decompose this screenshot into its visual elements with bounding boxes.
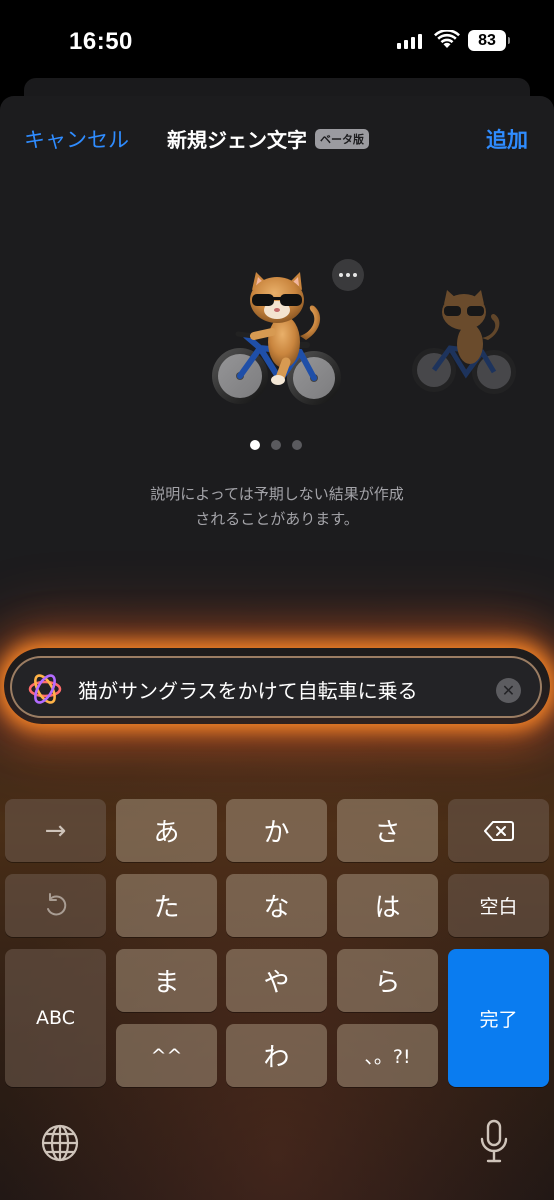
key-label: ら	[374, 968, 401, 998]
key-ta[interactable]: た	[116, 874, 217, 937]
undo-icon	[46, 892, 66, 915]
wifi-icon	[434, 30, 460, 48]
abc-key[interactable]: ABC	[5, 949, 106, 1087]
key-label: や	[263, 968, 290, 998]
genmoji-cat-bicycle-image[interactable]	[210, 270, 346, 412]
globe-icon[interactable]	[40, 1123, 80, 1163]
disclaimer-text: 説明によっては予期しない結果が作成 されることがあります。	[0, 482, 554, 532]
battery-indicator: 83	[468, 30, 510, 51]
cellular-signal-icon	[397, 33, 422, 49]
key-label: さ	[374, 818, 401, 848]
backspace-key[interactable]	[448, 799, 549, 862]
prompt-field[interactable]: 猫がサングラスをかけて自転車に乗る ✕	[10, 656, 542, 718]
key-ra[interactable]: ら	[337, 949, 438, 1012]
key-label: あ	[153, 818, 180, 848]
key-label: ^^	[150, 1044, 183, 1067]
key-label: か	[263, 818, 290, 848]
key-ya[interactable]: や	[226, 949, 327, 1012]
disclaimer-line-1: 説明によっては予期しない結果が作成	[150, 485, 404, 503]
key-punctuation[interactable]: 、。?!	[337, 1024, 438, 1087]
space-key[interactable]: 空白	[448, 874, 549, 937]
key-label: 空白	[479, 896, 518, 918]
key-sa[interactable]: さ	[337, 799, 438, 862]
page-dot-active	[250, 440, 260, 450]
key-label: わ	[263, 1043, 290, 1073]
genmoji-sheet: キャンセル 新規ジェン文字 ベータ版 追加 説明によっては予期しない結果が作成 …	[0, 96, 554, 1200]
key-na[interactable]: な	[226, 874, 327, 937]
page-indicator[interactable]	[250, 440, 302, 450]
key-ka[interactable]: か	[226, 799, 327, 862]
page-dot	[271, 440, 281, 450]
key-a[interactable]: あ	[116, 799, 217, 862]
key-label: 完了	[479, 1008, 518, 1031]
more-options-button[interactable]	[332, 259, 364, 291]
genmoji-variant-image[interactable]	[410, 288, 520, 396]
sheet-title: 新規ジェン文字	[167, 128, 307, 152]
page-dot	[292, 440, 302, 450]
key-wa[interactable]: わ	[226, 1024, 327, 1087]
sheet-header: 新規ジェン文字 ベータ版	[167, 124, 369, 153]
clear-text-button[interactable]: ✕	[496, 678, 521, 703]
cancel-button[interactable]: キャンセル	[24, 124, 129, 154]
clock: 16:50	[69, 28, 133, 55]
beta-badge: ベータ版	[315, 128, 369, 149]
key-dakuten[interactable]: ^^	[116, 1024, 217, 1087]
key-label: は	[374, 893, 401, 923]
image-playground-icon	[28, 674, 62, 704]
status-bar: 16:50 83	[0, 0, 554, 90]
key-label: た	[153, 893, 180, 923]
done-key[interactable]: 完了	[448, 949, 549, 1087]
key-ma[interactable]: ま	[116, 949, 217, 1012]
key-arrow-right[interactable]: →	[5, 799, 106, 862]
key-label: →	[44, 815, 67, 846]
ellipsis-icon	[339, 273, 343, 277]
prompt-text[interactable]: 猫がサングラスをかけて自転車に乗る	[78, 675, 418, 704]
undo-key[interactable]	[5, 874, 106, 937]
key-label: 、。?!	[364, 1046, 411, 1068]
disclaimer-line-2: されることがあります。	[195, 510, 359, 528]
key-label: ABC	[36, 1007, 75, 1029]
microphone-icon[interactable]	[478, 1119, 510, 1165]
add-button[interactable]: 追加	[486, 124, 528, 154]
bottom-glow	[0, 696, 554, 1200]
backspace-icon	[483, 820, 514, 841]
key-label: ま	[153, 968, 180, 998]
key-label: な	[263, 893, 290, 923]
key-ha[interactable]: は	[337, 874, 438, 937]
